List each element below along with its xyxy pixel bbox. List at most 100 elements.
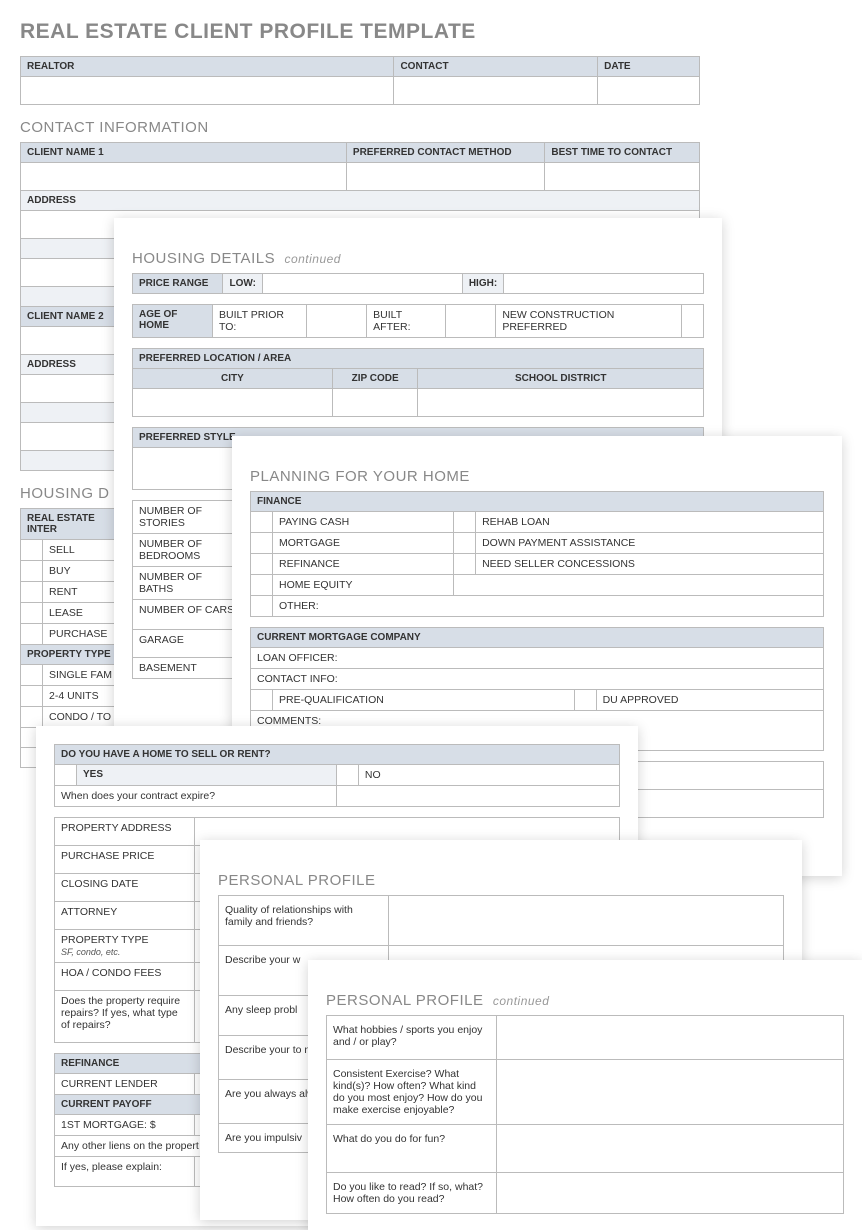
zip-header: ZIP CODE bbox=[332, 369, 418, 389]
equity-rest bbox=[454, 575, 824, 596]
chk-prequal[interactable] bbox=[251, 690, 273, 711]
pref-loc-header: PREFERRED LOCATION / AREA bbox=[133, 349, 704, 369]
low-label: LOW: bbox=[223, 274, 263, 294]
housing-cont-main: HOUSING DETAILS bbox=[132, 250, 275, 267]
realtor-cell[interactable] bbox=[21, 77, 394, 105]
school-input[interactable] bbox=[418, 389, 704, 417]
pp1-a1[interactable] bbox=[389, 896, 784, 946]
school-header: SCHOOL DISTRICT bbox=[418, 369, 704, 389]
address-header: ADDRESS bbox=[21, 191, 700, 211]
down: DOWN PAYMENT ASSISTANCE bbox=[476, 533, 824, 554]
client1-header: CLIENT NAME 1 bbox=[21, 143, 347, 163]
chk-down[interactable] bbox=[454, 533, 476, 554]
housing-cont-heading: HOUSING DETAILS continued bbox=[132, 250, 704, 267]
company-header: CURRENT MORTGAGE COMPANY bbox=[251, 628, 824, 648]
concessions: NEED SELLER CONCESSIONS bbox=[476, 554, 824, 575]
lender-label: CURRENT LENDER bbox=[55, 1074, 195, 1095]
built-prior-input[interactable] bbox=[307, 305, 367, 338]
chk-yes[interactable] bbox=[55, 765, 77, 786]
equity: HOME EQUITY bbox=[273, 575, 454, 596]
chk-condo[interactable] bbox=[21, 707, 43, 728]
basement-label: BASEMENT bbox=[133, 658, 242, 679]
garage-label: GARAGE bbox=[133, 630, 242, 658]
chk-equity[interactable] bbox=[251, 575, 273, 596]
city-header: CITY bbox=[133, 369, 333, 389]
chk-rent[interactable] bbox=[21, 582, 43, 603]
other: OTHER: bbox=[273, 596, 824, 617]
finance-header: FINANCE bbox=[251, 492, 824, 512]
expire-label: When does your contract expire? bbox=[55, 786, 337, 807]
mortgage: MORTGAGE bbox=[273, 533, 454, 554]
prop-addr-label: PROPERTY ADDRESS bbox=[55, 818, 195, 846]
closing-label: CLOSING DATE bbox=[55, 874, 195, 902]
personal2-heading: PERSONAL PROFILE continued bbox=[326, 992, 844, 1009]
chk-du[interactable] bbox=[574, 690, 596, 711]
officer-label: LOAN OFFICER: bbox=[251, 648, 824, 669]
price-range-label: PRICE RANGE bbox=[133, 274, 223, 294]
planning-heading: PLANNING FOR YOUR HOME bbox=[250, 468, 824, 485]
sell-rent-table: DO YOU HAVE A HOME TO SELL OR RENT? YES … bbox=[54, 744, 620, 807]
yes: YES bbox=[77, 765, 337, 786]
ptype-sub: SF, condo, etc. bbox=[61, 947, 120, 957]
built-prior-label: BUILT PRIOR TO: bbox=[213, 305, 307, 338]
chk-purchase[interactable] bbox=[21, 624, 43, 645]
du: DU APPROVED bbox=[596, 690, 823, 711]
pp2-q3: What do you do for fun? bbox=[327, 1125, 497, 1173]
chk-refinance[interactable] bbox=[251, 554, 273, 575]
new-const-label: NEW CONSTRUCTION PREFERRED bbox=[496, 305, 682, 338]
chk-single[interactable] bbox=[21, 665, 43, 686]
personal2-main: PERSONAL PROFILE bbox=[326, 992, 484, 1009]
expire-input[interactable] bbox=[336, 786, 619, 807]
built-after-label: BUILT AFTER: bbox=[367, 305, 446, 338]
date-header: DATE bbox=[598, 57, 700, 77]
built-after-input[interactable] bbox=[446, 305, 496, 338]
bedrooms-label: NUMBER OF BEDROOMS bbox=[133, 534, 242, 567]
chk-mortgage[interactable] bbox=[251, 533, 273, 554]
best-time-cell[interactable] bbox=[545, 163, 700, 191]
contact-cell[interactable] bbox=[394, 77, 598, 105]
realtor-header: REALTOR bbox=[21, 57, 394, 77]
baths-label: NUMBER OF BATHS bbox=[133, 567, 242, 600]
pp1-q1: Quality of relationships with family and… bbox=[219, 896, 389, 946]
chk-lease[interactable] bbox=[21, 603, 43, 624]
pp2-q2: Consistent Exercise? What kind(s)? How o… bbox=[327, 1060, 497, 1125]
pp2-q4: Do you like to read? If so, what? How of… bbox=[327, 1173, 497, 1214]
chk-buy[interactable] bbox=[21, 561, 43, 582]
low-input[interactable] bbox=[263, 274, 463, 294]
method-cell[interactable] bbox=[346, 163, 544, 191]
pp2-a1[interactable] bbox=[497, 1016, 844, 1060]
high-input[interactable] bbox=[504, 274, 704, 294]
price-range-table: PRICE RANGE LOW: HIGH: bbox=[132, 273, 704, 294]
contact-header: CONTACT bbox=[394, 57, 598, 77]
chk-cash[interactable] bbox=[251, 512, 273, 533]
pp2-a2[interactable] bbox=[497, 1060, 844, 1125]
repairs-label: Does the property require repairs? If ye… bbox=[55, 991, 195, 1043]
cars-label: NUMBER OF CARS bbox=[133, 600, 242, 630]
best-time-header: BEST TIME TO CONTACT bbox=[545, 143, 700, 163]
numbers-table: NUMBER OF STORIES NUMBER OF BEDROOMS NUM… bbox=[132, 500, 242, 679]
prequal: PRE-QUALIFICATION bbox=[273, 690, 575, 711]
pp2-a3[interactable] bbox=[497, 1125, 844, 1173]
high-label: HIGH: bbox=[462, 274, 503, 294]
date-cell[interactable] bbox=[598, 77, 700, 105]
chk-concessions[interactable] bbox=[454, 554, 476, 575]
personal2-table: What hobbies / sports you enjoy and / or… bbox=[326, 1015, 844, 1214]
personal1-heading: PERSONAL PROFILE bbox=[218, 872, 784, 889]
chk-other[interactable] bbox=[251, 596, 273, 617]
chk-no[interactable] bbox=[336, 765, 358, 786]
city-input[interactable] bbox=[133, 389, 333, 417]
sell-rent-header: DO YOU HAVE A HOME TO SELL OR RENT? bbox=[55, 745, 620, 765]
price-label: PURCHASE PRICE bbox=[55, 846, 195, 874]
pp2-a4[interactable] bbox=[497, 1173, 844, 1214]
chk-units[interactable] bbox=[21, 686, 43, 707]
chk-sell[interactable] bbox=[21, 540, 43, 561]
attorney-label: ATTORNEY bbox=[55, 902, 195, 930]
chk-new-const[interactable] bbox=[682, 305, 704, 338]
zip-input[interactable] bbox=[332, 389, 418, 417]
top-info-table: REALTOR CONTACT DATE bbox=[20, 56, 700, 105]
no: NO bbox=[358, 765, 619, 786]
chk-rehab[interactable] bbox=[454, 512, 476, 533]
client1-cell[interactable] bbox=[21, 163, 347, 191]
cash: PAYING CASH bbox=[273, 512, 454, 533]
doc-title: REAL ESTATE CLIENT PROFILE TEMPLATE bbox=[20, 20, 700, 44]
